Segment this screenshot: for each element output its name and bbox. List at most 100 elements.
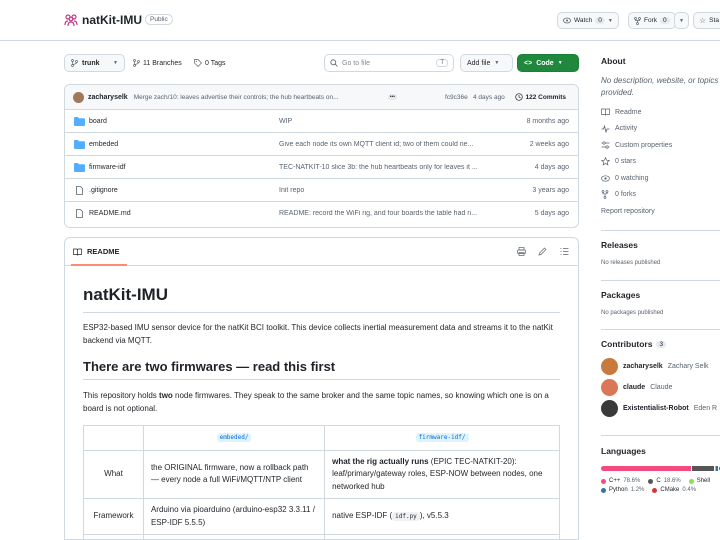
contributor-item[interactable]: zacharyselk Zachary Selk [601, 356, 720, 377]
file-name[interactable]: firmware-idf [89, 164, 126, 171]
contributors-count: 3 [656, 340, 667, 348]
contributor-login[interactable]: claude [623, 384, 645, 391]
branch-selector[interactable]: trunk ▼ [64, 54, 125, 72]
contributor-name: Eden R [693, 405, 718, 412]
chevron-down-icon: ▼ [607, 17, 613, 24]
sidebar-link-label: Activity [615, 125, 638, 133]
chevron-down-icon: ▼ [557, 60, 563, 66]
file-commit-message[interactable]: Give each node its own MQTT client id; t… [279, 141, 489, 148]
file-name[interactable]: .gitignore [89, 187, 118, 194]
file-commit-message[interactable]: README: record the WiFi rig, and four bo… [279, 210, 489, 217]
contributor-login[interactable]: Existentialist-Robot [623, 405, 689, 412]
file-row[interactable]: .gitignore Init repo 3 years ago [65, 179, 578, 202]
language-name: Python [609, 487, 628, 493]
language-item[interactable]: C++ 78.6% [601, 478, 640, 484]
outline-icon[interactable] [560, 247, 569, 258]
contributors-title[interactable]: Contributors [601, 339, 652, 349]
fork-icon [601, 190, 611, 200]
packages-empty: No packages published [601, 310, 664, 316]
pulse-icon [601, 124, 611, 133]
branch-name: trunk [82, 59, 100, 67]
readme-paragraph: This repository holds two node firmwares… [83, 389, 560, 415]
code-label: Code [536, 59, 554, 67]
file-row[interactable]: board WIP 8 months ago [65, 110, 578, 133]
file-name[interactable]: board [89, 118, 107, 125]
readme-tab[interactable]: README [87, 247, 120, 256]
edit-icon[interactable] [538, 247, 547, 258]
avatar[interactable] [601, 379, 618, 396]
repo-name[interactable]: natKit-IMU [82, 13, 142, 27]
fork-button[interactable]: Fork 0 [628, 12, 676, 29]
eye-icon [601, 175, 611, 182]
sidebar-divider [601, 280, 720, 281]
table-header-firmware-idf: firmware-idf/ [324, 425, 560, 451]
sidebar-link-0-watching[interactable]: 0 watching [601, 170, 720, 187]
contributor-login[interactable]: zacharyselk [623, 363, 663, 370]
fork-dropdown[interactable]: ▼ [674, 12, 689, 29]
commit-message[interactable]: Merge zach/10: leaves advertise their co… [134, 94, 384, 101]
file-name[interactable]: embeded [89, 141, 118, 148]
avatar[interactable] [73, 91, 84, 103]
commit-author[interactable]: zacharyselk [88, 94, 128, 101]
language-bar-segment [692, 466, 714, 471]
sidebar-link-0-forks[interactable]: 0 forks [601, 187, 720, 204]
branches-link[interactable]: 11 Branches [133, 59, 182, 67]
tags-count: 0 Tags [205, 59, 226, 67]
file-date: 2 weeks ago [529, 140, 569, 148]
watch-button[interactable]: Watch 0 ▼ [557, 12, 619, 29]
packages-title[interactable]: Packages [601, 290, 720, 300]
readme-intro: ESP32-based IMU sensor device for the na… [83, 323, 553, 345]
language-item[interactable]: Python 1.2% [601, 487, 644, 493]
language-item[interactable]: CMake 0.4% [652, 487, 696, 493]
avatar[interactable] [601, 358, 618, 375]
latest-commit-bar: zacharyselk Merge zach/10: leaves advert… [65, 85, 578, 110]
report-repository-link[interactable]: Report repository [601, 203, 720, 220]
table-cell: Arduino via pioarduino (arduino-esp32 3.… [142, 498, 326, 535]
tag-icon [194, 59, 202, 67]
file-row[interactable]: embeded Give each node its own MQTT clien… [65, 133, 578, 156]
book-icon [601, 108, 611, 116]
history-icon [514, 93, 523, 101]
contributor-item[interactable]: Existentialist-Robot Eden R [601, 398, 720, 419]
language-item[interactable]: C 18.6% [648, 478, 681, 484]
print-icon[interactable] [517, 247, 526, 258]
table-cell: what the rig actually runs (EPIC TEC-NAT… [324, 449, 560, 499]
code-button[interactable]: <> Code ▼ [517, 54, 579, 72]
about-title: About [601, 56, 626, 66]
about-section: About No description, website, or topics… [601, 56, 720, 220]
commit-expand-button[interactable]: ••• [387, 94, 397, 100]
file-icon [76, 209, 83, 218]
avatar[interactable] [601, 400, 618, 417]
file-row[interactable]: firmware-idf TEC-NATKIT-10 slice 3b: the … [65, 156, 578, 179]
sidebar-divider [601, 329, 720, 330]
commit-sha[interactable]: fc9c36e [445, 94, 468, 101]
sidebar-link-activity[interactable]: Activity [601, 121, 720, 138]
star-button[interactable]: ☆ Sta [693, 12, 720, 29]
about-description: No description, website, or topics provi… [601, 75, 720, 99]
sidebar-link-readme[interactable]: Readme [601, 104, 720, 121]
file-date: 4 days ago [534, 163, 569, 171]
releases-title[interactable]: Releases [601, 240, 720, 250]
file-commit-message[interactable]: Init repo [279, 187, 489, 194]
folder-icon [74, 140, 85, 149]
sidebar-divider [601, 230, 720, 231]
file-commit-message[interactable]: WIP [279, 118, 489, 125]
language-item[interactable]: Shell [688, 478, 713, 484]
file-row[interactable]: README.md README: record the WiFi rig, an… [65, 202, 578, 225]
fork-count: 0 [660, 17, 670, 24]
people-icon [64, 14, 78, 27]
commits-link[interactable]: 122 Commits [514, 93, 566, 101]
table-cell: native ESP-IDF (idf.py), v5.5.3 [324, 498, 560, 535]
go-to-file-search[interactable]: Go to file T [324, 54, 454, 72]
table-row: Framework Arduino via pioarduino (arduin… [83, 498, 560, 535]
file-commit-message[interactable]: TEC-NATKIT-10 slice 3b: the hub heartbea… [279, 164, 489, 171]
branches-count: 11 Branches [143, 59, 182, 67]
sidebar-link-0-stars[interactable]: 0 stars [601, 154, 720, 171]
add-file-button[interactable]: Add file ▼ [460, 54, 513, 72]
sidebar-link-custom-properties[interactable]: Custom properties [601, 137, 720, 154]
tags-link[interactable]: 0 Tags [194, 59, 226, 67]
file-name[interactable]: README.md [89, 210, 131, 217]
about-description-text: No description, website, or topics provi… [601, 76, 719, 97]
language-name: Shell [696, 478, 711, 484]
contributor-item[interactable]: claude Claude [601, 377, 720, 398]
